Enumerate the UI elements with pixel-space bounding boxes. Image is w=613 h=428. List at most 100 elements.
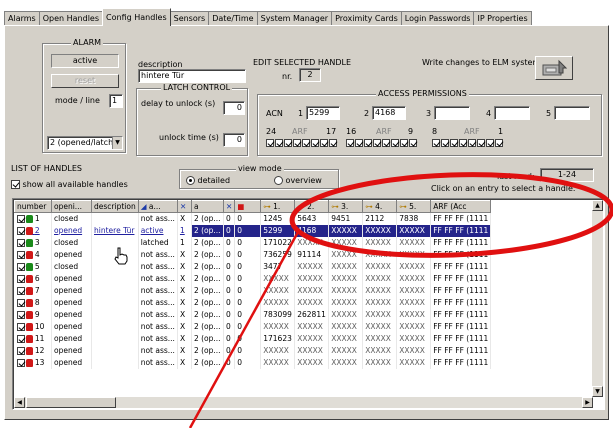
checkbox-checked-icon[interactable] xyxy=(16,215,25,223)
checkbox-checked-icon[interactable] xyxy=(266,139,274,147)
chevron-down-icon[interactable]: ▼ xyxy=(112,137,122,149)
checkbox-checked-icon[interactable] xyxy=(486,139,494,147)
acn-slot-input-2[interactable]: 4168 xyxy=(372,106,406,120)
tab-ip-properties[interactable]: IP Properties xyxy=(473,11,532,26)
checkbox-checked-icon[interactable] xyxy=(432,139,440,147)
table-row[interactable]: 10 opened not ass... X 2 (op... 0 0 XXXXX XXXXX X… xyxy=(14,321,492,333)
checkbox-checked-icon[interactable] xyxy=(293,139,301,147)
checkbox-checked-icon[interactable] xyxy=(391,139,399,147)
checkbox-checked-icon[interactable] xyxy=(16,251,25,259)
overview-radio[interactable]: overview xyxy=(274,176,322,186)
column-header[interactable]: ⊶ 4. xyxy=(362,200,398,213)
checkbox-checked-icon[interactable] xyxy=(16,347,25,355)
horizontal-scroll-thumb[interactable] xyxy=(26,397,116,408)
column-header[interactable]: ✕ xyxy=(176,200,192,213)
handles-table[interactable]: number openi... description ◢ a... ✕ a ✕ ■ ⊶ 1… xyxy=(12,198,605,410)
checkbox-checked-icon[interactable] xyxy=(302,139,310,147)
horizontal-scrollbar[interactable]: ◀ ▶ xyxy=(14,397,593,408)
tab-alarms[interactable]: Alarms xyxy=(4,11,40,26)
table-row[interactable]: 7 opened not ass... X 2 (op... 0 0 XXXXX XXXXX XX… xyxy=(14,285,492,297)
scroll-right-button[interactable]: ▶ xyxy=(582,397,593,408)
checkbox-checked-icon[interactable] xyxy=(16,263,25,271)
checkbox-checked-icon[interactable] xyxy=(16,239,25,247)
column-header[interactable]: description xyxy=(91,200,139,213)
table-row[interactable]: 2 opened hintere Tür active 1 2 (op... 0 0 5299 4… xyxy=(14,225,492,237)
tab-proximity-cards[interactable]: Proximity Cards xyxy=(331,11,402,26)
radio-selected-icon[interactable] xyxy=(186,176,195,185)
table-row[interactable]: 3 closed latched 1 2 (op... 0 0 171022 XXXXX XXXX… xyxy=(14,237,492,249)
scroll-up-button[interactable]: ▲ xyxy=(592,200,603,211)
checkbox-checked-icon[interactable] xyxy=(16,335,25,343)
table-row[interactable]: 13 opened not ass... X 2 (op... 0 0 XXXXX XXXXX X… xyxy=(14,357,492,369)
table-row[interactable]: 4 opened not ass... X 2 (op... 0 0 736259 91114 X… xyxy=(14,249,492,261)
checkbox-checked-icon[interactable] xyxy=(373,139,381,147)
checkbox-checked-icon[interactable] xyxy=(284,139,292,147)
column-header[interactable]: ◢ a... xyxy=(137,200,178,213)
checkbox-checked-icon[interactable] xyxy=(450,139,458,147)
checkbox-checked-icon[interactable] xyxy=(477,139,485,147)
column-header[interactable]: ⊶ 1. xyxy=(260,200,296,213)
column-header[interactable]: ⊶ 2. xyxy=(294,200,330,213)
tab-sensors[interactable]: Sensors xyxy=(169,11,210,26)
tab-open-handles[interactable]: Open Handles xyxy=(38,11,104,26)
tab-login-passwords[interactable]: Login Passwords xyxy=(400,11,475,26)
checkbox-checked-icon[interactable] xyxy=(16,299,25,307)
checkbox-checked-icon[interactable] xyxy=(275,139,283,147)
checkbox-checked-icon[interactable] xyxy=(468,139,476,147)
checkbox-checked-icon[interactable] xyxy=(311,139,319,147)
table-row[interactable]: 8 opened not ass... X 2 (op... 0 0 XXXXX XXXXX XX… xyxy=(14,297,492,309)
column-header[interactable]: ■ xyxy=(234,200,262,213)
column-header[interactable]: ⊶ 3. xyxy=(328,200,364,213)
checkbox-checked-icon[interactable] xyxy=(16,323,25,331)
checkbox-checked-icon[interactable] xyxy=(355,139,363,147)
column-header[interactable]: ✕ xyxy=(222,200,236,213)
checkbox-checked-icon[interactable] xyxy=(441,139,449,147)
checkbox-checked-icon[interactable] xyxy=(16,359,25,367)
checkbox-checked-icon[interactable] xyxy=(16,227,25,235)
show-all-handles-checkbox[interactable]: show all available handles xyxy=(11,180,128,190)
scroll-down-button[interactable]: ▼ xyxy=(592,386,603,397)
unlock-time-input[interactable]: 0 xyxy=(223,133,245,147)
tab-system-manager[interactable]: System Manager xyxy=(256,11,333,26)
radio-unselected-icon[interactable] xyxy=(274,176,283,185)
table-row[interactable]: 12 opened not ass... X 2 (op... 0 0 XXXXX XXXXX X… xyxy=(14,345,492,357)
checkbox-checked-icon[interactable] xyxy=(346,139,354,147)
tab-config-handles[interactable]: Config Handles xyxy=(102,8,171,26)
mode-line-input[interactable]: 1 xyxy=(109,94,123,108)
vertical-scrollbar[interactable]: ▲ ▼ xyxy=(592,200,603,397)
checkbox-checked-icon[interactable] xyxy=(495,139,503,147)
column-header[interactable]: a xyxy=(190,200,224,213)
scroll-left-button[interactable]: ◀ xyxy=(14,397,25,408)
table-row[interactable]: 6 opened not ass... X 2 (op... 0 0 XXXXX XXXXX XX… xyxy=(14,273,492,285)
checkbox-checked-icon[interactable] xyxy=(320,139,328,147)
checkbox-checked-icon[interactable] xyxy=(16,311,25,319)
table-row[interactable]: 9 opened not ass... X 2 (op... 0 0 783099 262811… xyxy=(14,309,492,321)
column-header[interactable]: ⊶ 5. xyxy=(396,200,432,213)
column-header[interactable]: number xyxy=(14,200,52,213)
checkbox-checked-icon[interactable] xyxy=(16,287,25,295)
table-row[interactable]: 1 closed not ass... X 2 (op... 0 0 1245 5643 9451… xyxy=(14,212,492,225)
checkbox-checked-icon[interactable] xyxy=(400,139,408,147)
reset-button[interactable]: reset xyxy=(51,74,119,88)
checkbox-checked-icon[interactable] xyxy=(382,139,390,147)
checkbox-checked-icon[interactable] xyxy=(364,139,372,147)
acn-slot-input-5[interactable] xyxy=(554,106,590,120)
checkbox-checked-icon[interactable] xyxy=(409,139,417,147)
checkbox-checked-icon[interactable] xyxy=(459,139,467,147)
write-to-elm-button[interactable] xyxy=(535,56,573,80)
checkbox-checked-icon[interactable] xyxy=(11,180,20,189)
acn-slot-input-1[interactable]: 5299 xyxy=(306,106,340,120)
checkbox-checked-icon[interactable] xyxy=(329,139,337,147)
description-input[interactable]: hintere Tür xyxy=(138,69,246,83)
acn-slot-input-4[interactable] xyxy=(494,106,530,120)
acn-slot-input-3[interactable] xyxy=(434,106,470,120)
column-header[interactable]: openi... xyxy=(51,200,92,213)
detailed-radio[interactable]: detailed xyxy=(186,176,230,186)
tab-date-time[interactable]: Date/Time xyxy=(208,11,258,26)
table-row[interactable]: 5 closed not ass... X 2 (op... 0 0 3477 XXXXX XXX… xyxy=(14,261,492,273)
column-header[interactable]: ARF (Acc xyxy=(430,200,492,213)
delay-to-unlock-input[interactable]: 0 xyxy=(223,101,245,115)
checkbox-checked-icon[interactable] xyxy=(16,275,25,283)
table-row[interactable]: 11 opened not ass... X 2 (op... 0 0 171623 XXXXX… xyxy=(14,333,492,345)
mode-select[interactable]: 2 (opened/latching) ▼ xyxy=(47,136,123,150)
